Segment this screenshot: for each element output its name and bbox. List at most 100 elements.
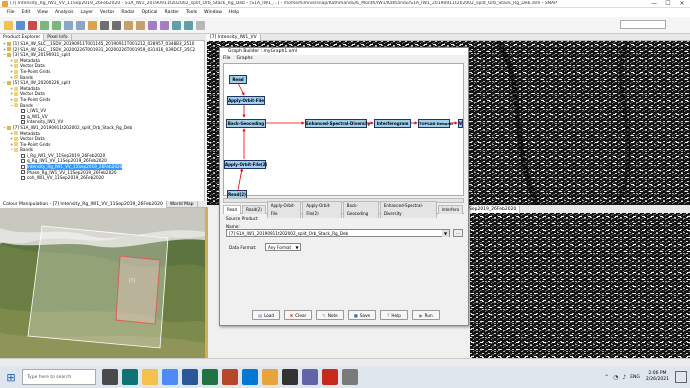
terminal-icon[interactable] — [282, 369, 298, 385]
node-interferogram[interactable]: Interferogram — [374, 119, 411, 128]
clear-button[interactable]: ✖ Clear — [284, 310, 312, 320]
node-apply-orbit-file[interactable]: Apply-Orbit-File — [227, 96, 265, 105]
batch-icon[interactable] — [76, 20, 85, 30]
gb-menu-graphs[interactable]: Graphs — [237, 55, 253, 62]
run-icon: ▶ — [419, 312, 423, 318]
note-button[interactable]: ✎ Note — [316, 310, 344, 320]
source-product-select[interactable]: [7] S1A_IW1_20190911t202002_split_Orb_St… — [226, 229, 450, 237]
scene-footprint-selected — [115, 255, 161, 325]
save-button[interactable]: ■ Save — [348, 310, 376, 320]
menu-layer[interactable]: Layer — [80, 8, 93, 17]
excel-icon[interactable] — [202, 369, 218, 385]
product-explorer-tabs: Product Explorer Pixel Info — [0, 33, 205, 41]
windows-start-icon[interactable]: ⊞ — [0, 366, 22, 388]
band-maths-icon[interactable] — [88, 20, 97, 30]
menu-file[interactable]: File — [7, 8, 15, 17]
node-back-geocoding[interactable]: Back-Geocoding — [226, 119, 266, 128]
view-splitter[interactable] — [205, 207, 208, 358]
tab-colour-manipulation[interactable]: Colour Manipulation - [7] Intensity_Rg_I… — [0, 200, 167, 208]
graph-builder-titlebar: Graph Builder : myGraph1.xml — [220, 48, 468, 55]
help-button[interactable]: ? Help — [380, 310, 408, 320]
menu-optical[interactable]: Optical — [142, 8, 158, 17]
product-icon — [7, 47, 11, 52]
toolbar-search-input[interactable] — [620, 20, 666, 29]
menu-edit[interactable]: Edit — [22, 8, 31, 17]
tab-image-view[interactable]: [7] Intensity_IW1_VV — [207, 33, 261, 41]
run-button[interactable]: ▶ Run — [412, 310, 440, 320]
draw-line-icon[interactable] — [148, 20, 157, 30]
open-product-icon[interactable] — [4, 20, 13, 30]
product-icon — [7, 41, 11, 46]
close-product-icon[interactable] — [28, 20, 37, 30]
node-read[interactable]: Read — [229, 75, 247, 84]
node-enhanced-spectral-diversity[interactable]: Enhanced-Spectral-Diversity — [305, 119, 370, 128]
world-map-view[interactable]: [7] — [0, 208, 205, 358]
network-icon[interactable]: ◔ — [613, 374, 618, 381]
chrome-icon[interactable] — [162, 369, 178, 385]
save-icon[interactable] — [16, 20, 25, 30]
acrobat-icon[interactable] — [322, 369, 338, 385]
task-view-icon[interactable] — [102, 369, 118, 385]
language-indicator[interactable]: ENG — [630, 375, 640, 380]
word-icon[interactable] — [182, 369, 198, 385]
menu-raster[interactable]: Raster — [165, 8, 180, 17]
tab-apply-orbit-file-2-[interactable]: Apply-Orbit-File(2) — [302, 201, 342, 218]
clock[interactable]: 2:06 PM 2/26/2021 — [646, 371, 669, 383]
draw-polygon-icon[interactable] — [160, 20, 169, 30]
menu-window[interactable]: Window — [204, 8, 222, 17]
teams-icon[interactable] — [302, 369, 318, 385]
menu-view[interactable]: View — [37, 8, 48, 17]
range-finder-icon[interactable] — [136, 20, 145, 30]
world-wind-icon[interactable] — [172, 20, 181, 30]
tree-item[interactable]: coh_IW1_VV_11Sep2019_26Feb2020 — [0, 175, 204, 181]
sar-image-view-2[interactable] — [470, 213, 690, 363]
maximize-button[interactable]: ☐ — [662, 0, 674, 8]
taskbar-search-input[interactable]: Type here to search — [22, 369, 96, 385]
gb-menu-file[interactable]: File — [223, 55, 231, 62]
minimize-button[interactable]: — — [648, 0, 660, 8]
product-icon — [7, 80, 11, 85]
tab-apply-orbit-file[interactable]: Apply-Orbit-File — [266, 201, 302, 218]
tab-read-2-[interactable]: Read(2) — [242, 205, 266, 214]
sar-intensity-image-2 — [470, 213, 690, 363]
menu-help[interactable]: Help — [229, 8, 239, 17]
pin-icon[interactable] — [124, 20, 133, 30]
tray-chevron-icon[interactable]: ⌃ — [604, 374, 609, 381]
redo-icon[interactable] — [52, 20, 61, 30]
node-write[interactable]: Write — [458, 119, 463, 128]
time-series-icon[interactable] — [184, 20, 193, 30]
graph-canvas[interactable]: Read Apply-Orbit-File Back-Geocoding Enh… — [223, 63, 464, 199]
folder-icon — [14, 64, 18, 69]
tab-read[interactable]: Read — [223, 205, 242, 214]
menu-tools[interactable]: Tools — [186, 8, 197, 17]
tab-product-explorer[interactable]: Product Explorer — [0, 33, 45, 41]
folder-icon — [14, 103, 18, 108]
menu-vector[interactable]: Vector — [100, 8, 114, 17]
undo-icon[interactable] — [40, 20, 49, 30]
zoom-icon[interactable] — [100, 20, 109, 30]
menu-analysis[interactable]: Analysis — [55, 8, 74, 17]
file-explorer-icon[interactable] — [142, 369, 158, 385]
close-button[interactable]: ✕ — [676, 0, 688, 8]
settings-icon[interactable] — [342, 369, 358, 385]
data-format-select[interactable]: Any Format ▼ — [265, 243, 301, 251]
load-button[interactable]: ▤ Load — [252, 310, 280, 320]
powerpoint-icon[interactable] — [222, 369, 238, 385]
graph-builder-icon[interactable] — [64, 20, 73, 30]
mail-icon[interactable] — [242, 369, 258, 385]
volume-icon[interactable]: ♪ — [622, 374, 626, 381]
pan-icon[interactable] — [112, 20, 121, 30]
tab-enhanced-spectral-diversity[interactable]: Enhanced-Spectral-Diversity — [379, 201, 437, 218]
browse-button[interactable]: ... — [453, 229, 463, 237]
tab-interfero[interactable]: Interfero — [437, 205, 464, 214]
memory-indicator-icon — [196, 20, 205, 30]
snap-app-icon[interactable] — [262, 369, 278, 385]
edge-browser-icon[interactable] — [122, 369, 138, 385]
tab-world-map[interactable]: World Map — [167, 200, 198, 208]
tab-pixel-info[interactable]: Pixel Info — [44, 33, 72, 41]
node-topsar-deburst[interactable]: TOPSAR-Deburst — [418, 119, 453, 128]
menu-radar[interactable]: Radar — [121, 8, 134, 17]
node-apply-orbit-file-2[interactable]: Apply-Orbit-File(2) — [224, 160, 267, 169]
tab-back-geocoding[interactable]: Back-Geocoding — [342, 201, 379, 218]
notifications-icon[interactable] — [675, 371, 687, 383]
